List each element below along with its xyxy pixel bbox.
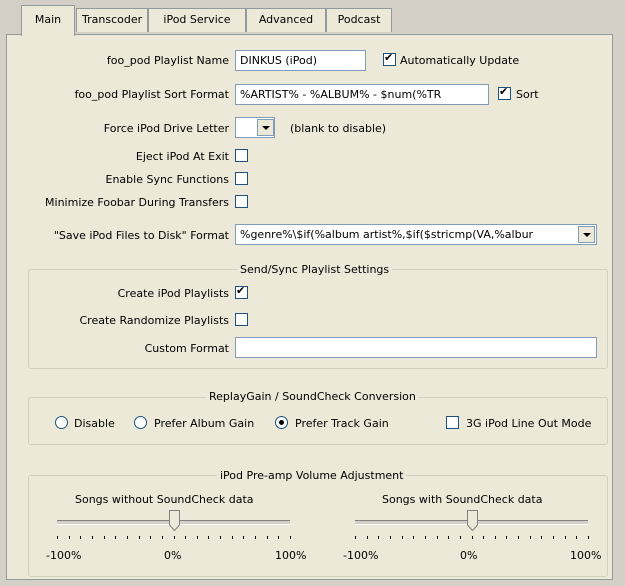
eject-label: Eject iPod At Exit [135,150,229,163]
slider-tick [185,536,186,539]
disable-radio-label: Disable [74,417,115,430]
slider-tick [413,536,414,539]
slider-tick [174,536,175,539]
sort-label: Sort [516,88,539,101]
slider-tick [378,536,379,539]
sync-label: Enable Sync Functions [105,173,230,186]
create-playlists-label: Create iPod Playlists [117,287,229,300]
slider-tick [92,536,93,539]
tab-main[interactable]: Main [21,5,75,36]
slider-tick [390,536,391,539]
replaygain-group-title: ReplayGain / SoundCheck Conversion [206,390,419,403]
slider-tick [115,536,116,539]
slider-tick [530,536,531,539]
slider-tick [565,536,566,539]
slider-tick [355,536,356,539]
auto-update-checkbox[interactable] [383,51,396,66]
slider-tick [576,536,577,539]
slider-tick [367,536,368,539]
slider-tick [243,536,244,539]
preamp-group-title: iPod Pre-amp Volume Adjustment [217,469,407,482]
slider-tick [232,536,233,539]
sort-format-label: foo_pod Playlist Sort Format [74,88,229,101]
with-soundcheck-slider-thumb[interactable] [466,510,478,531]
slider-tick [220,536,221,539]
disable-radio[interactable] [55,416,68,429]
custom-format-label: Custom Format [144,342,229,355]
slider-tick [483,536,484,539]
slider-tick [80,536,81,539]
drive-letter-label: Force iPod Drive Letter [103,122,229,135]
randomize-checkbox[interactable] [235,313,248,326]
slider-tick [162,536,163,539]
left-scale-max: 100% [275,549,307,562]
drive-letter-hint: (blank to disable) [290,122,387,135]
tab-podcast[interactable]: Podcast [326,8,392,32]
prefer-track-gain-label: Prefer Track Gain [295,417,389,430]
left-scale-min: -100% [46,549,82,562]
slider-tick [425,536,426,539]
slider-tick [495,536,496,539]
save-format-select[interactable]: %genre%\$if(%album artist%,$if($stricmp(… [235,224,597,245]
slider-tick [460,536,461,539]
right-scale-mid: 0% [460,549,478,562]
tab-advanced[interactable]: Advanced [246,8,326,32]
tab-ipod-service[interactable]: iPod Service [148,8,246,32]
tab-transcoder[interactable]: Transcoder [76,8,148,32]
without-soundcheck-slider-thumb[interactable] [168,510,180,531]
sync-checkbox[interactable] [235,172,248,185]
minimize-label: Minimize Foobar During Transfers [45,196,229,209]
save-format-label: "Save iPod Files to Disk" Format [53,229,229,242]
lineout-label: 3G iPod Line Out Mode [466,417,592,430]
auto-update-label: Automatically Update [400,54,520,67]
slider-tick [208,536,209,539]
randomize-label: Create Randomize Playlists [79,314,229,327]
lineout-checkbox[interactable] [446,416,459,429]
with-soundcheck-label: Songs with SoundCheck data [382,493,543,506]
slider-tick [290,536,291,539]
slider-tick [127,536,128,539]
playlist-name-field[interactable]: DINKUS (iPod) [235,50,366,71]
right-scale-min: -100% [343,549,379,562]
slider-tick [506,536,507,539]
chevron-down-icon[interactable] [578,226,595,243]
prefer-album-gain-radio[interactable] [134,416,147,429]
slider-tick [448,536,449,539]
slider-tick [541,536,542,539]
slider-tick [139,536,140,539]
slider-tick [553,536,554,539]
slider-tick [278,536,279,539]
sort-checkbox[interactable] [498,85,511,100]
slider-tick [150,536,151,539]
left-scale-mid: 0% [164,549,182,562]
prefer-track-gain-radio[interactable] [275,416,288,429]
slider-tick [518,536,519,539]
slider-tick [69,536,70,539]
slider-tick [437,536,438,539]
slider-tick [104,536,105,539]
sync-group-title: Send/Sync Playlist Settings [237,263,393,276]
slider-tick [57,536,58,539]
slider-tick [402,536,403,539]
eject-checkbox[interactable] [235,149,248,162]
sort-format-field[interactable]: %ARTIST% - %ALBUM% - $num(%TR [235,84,489,105]
custom-format-field[interactable] [235,337,597,358]
prefer-album-gain-label: Prefer Album Gain [154,417,255,430]
preamp-group [28,475,608,577]
chevron-down-icon[interactable] [257,119,274,136]
create-playlists-checkbox[interactable] [235,284,248,299]
slider-tick [472,536,473,539]
slider-tick [255,536,256,539]
slider-tick [588,536,589,539]
slider-tick [267,536,268,539]
right-scale-max: 100% [570,549,602,562]
playlist-name-label: foo_pod Playlist Name [106,54,229,67]
slider-tick [197,536,198,539]
without-soundcheck-label: Songs without SoundCheck data [75,493,254,506]
minimize-checkbox[interactable] [235,195,248,208]
